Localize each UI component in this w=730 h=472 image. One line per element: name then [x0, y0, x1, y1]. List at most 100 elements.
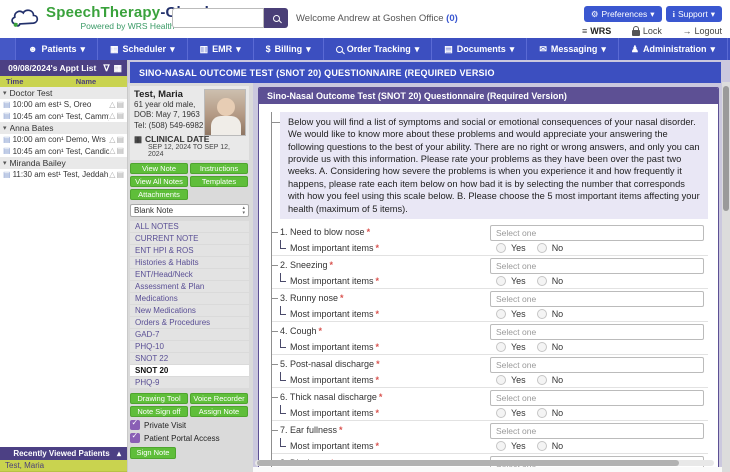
yes-radio[interactable] — [496, 308, 506, 319]
note-section-item[interactable]: ALL NOTES — [130, 221, 249, 233]
note-section-item[interactable]: Assessment & Plan — [130, 281, 249, 293]
note-section-item[interactable]: Orders & Procedures — [130, 317, 249, 329]
required-marker: * — [375, 407, 380, 418]
search-input[interactable] — [172, 8, 264, 28]
wrs-link[interactable]: WRS — [582, 26, 611, 36]
warning-icon[interactable] — [109, 171, 115, 179]
no-radio[interactable] — [536, 275, 547, 286]
appt-row[interactable]: 10:00 am est¹ S, Oreo — [0, 99, 127, 111]
note-section-item[interactable]: PHQ-10 — [130, 341, 249, 353]
logout-link[interactable]: Logout — [682, 26, 722, 36]
most-important-label: Most important items * — [272, 239, 490, 253]
note-action-button[interactable]: Attachments — [130, 189, 188, 201]
appt-sheet-icon — [3, 136, 11, 144]
note-icon[interactable] — [116, 101, 124, 109]
nav-menu-item[interactable]: Patients — [16, 38, 99, 60]
note-section-item[interactable]: ENT HPI & ROS — [130, 245, 249, 257]
nav-menu-item[interactable]: Scheduler — [98, 38, 188, 60]
question-select-input[interactable] — [490, 389, 704, 406]
nav-menu-item[interactable]: Order Tracking — [324, 38, 433, 60]
filter-icon[interactable] — [103, 64, 109, 73]
yes-radio[interactable] — [496, 407, 506, 418]
appt-row[interactable]: 11:30 am est¹ Test, Jeddah — [0, 169, 127, 181]
search-button[interactable] — [264, 8, 288, 28]
note-section-item[interactable]: SNOT 22 — [130, 353, 249, 365]
horizontal-scrollbar[interactable] — [255, 460, 714, 466]
question-select-input[interactable] — [490, 224, 704, 241]
no-radio[interactable] — [536, 374, 547, 385]
welcome-count-link[interactable]: (0) — [446, 13, 458, 24]
no-radio[interactable] — [536, 407, 547, 418]
note-icon[interactable] — [116, 171, 124, 179]
yes-radio[interactable] — [496, 242, 506, 253]
yes-radio[interactable] — [496, 275, 506, 286]
question-select-input[interactable] — [490, 422, 704, 439]
yes-radio[interactable] — [496, 440, 506, 451]
horizontal-scrollbar-thumb[interactable] — [257, 460, 680, 466]
warning-icon[interactable] — [109, 147, 115, 155]
checkbox-checked-icon[interactable] — [130, 432, 140, 444]
no-radio[interactable] — [536, 242, 547, 253]
yes-radio[interactable] — [496, 374, 506, 385]
note-icon[interactable] — [116, 147, 124, 155]
note-icon[interactable] — [116, 136, 124, 144]
note-section-item[interactable]: CURRENT NOTE — [130, 233, 249, 245]
checkbox-checked-icon[interactable] — [130, 419, 140, 431]
lock-link[interactable]: Lock — [631, 26, 662, 36]
nav-menu-label: EMR — [212, 44, 233, 54]
appt-row[interactable]: 10:45 am con¹ Test, Candice — [0, 145, 127, 157]
calendar-icon[interactable] — [113, 64, 122, 73]
note-section-item[interactable]: PHQ-9 — [130, 377, 249, 389]
support-button[interactable]: Support — [665, 6, 722, 22]
question-select-input[interactable] — [490, 356, 704, 373]
note-section-item[interactable]: New Medications — [130, 305, 249, 317]
note-section-item[interactable]: SNOT 20 — [130, 365, 249, 377]
warning-icon[interactable] — [109, 136, 115, 144]
order-tracking-icon — [335, 45, 343, 53]
note-section-item[interactable]: Histories & Habits — [130, 257, 249, 269]
note-action-button[interactable]: View Note — [130, 163, 188, 175]
nav-menu-item[interactable]: Billing — [254, 38, 324, 60]
note-section-item[interactable]: Medications — [130, 293, 249, 305]
nav-menu-item[interactable]: Administration — [619, 38, 729, 60]
note-action-button[interactable]: View All Notes — [130, 176, 188, 188]
note-tool-button[interactable]: Assign Note — [190, 406, 248, 418]
appt-row[interactable]: Miranda Bailey — [0, 157, 127, 169]
sign-note-button[interactable]: Sign Note — [130, 447, 176, 460]
warning-icon[interactable] — [109, 101, 115, 109]
note-tool-button[interactable]: Drawing Tool — [130, 393, 188, 405]
tree-elbow-icon — [280, 272, 286, 282]
question-select-input[interactable] — [490, 290, 704, 307]
no-radio[interactable] — [536, 341, 547, 352]
vertical-scrollbar[interactable] — [722, 82, 730, 472]
nav-menu-item[interactable]: Messaging — [527, 38, 619, 60]
question-select-input[interactable] — [490, 323, 704, 340]
no-radio[interactable] — [536, 440, 547, 451]
note-template-select[interactable]: Blank Note — [130, 204, 249, 218]
recently-viewed-header[interactable]: Recently Viewed Patients — [0, 447, 127, 460]
yes-radio[interactable] — [496, 341, 506, 352]
nav-menu-item[interactable]: Documents — [432, 38, 528, 60]
nav-menu-item[interactable]: EMR — [188, 38, 254, 60]
appt-row[interactable]: Doctor Test — [0, 87, 127, 99]
preferences-button[interactable]: Preferences — [583, 6, 662, 22]
note-tool-button[interactable]: Note Sign off — [130, 406, 188, 418]
note-section-item[interactable]: GAD-7 — [130, 329, 249, 341]
vertical-scrollbar-thumb[interactable] — [723, 86, 729, 211]
note-tool-button[interactable]: Voice Recorder — [190, 393, 248, 405]
no-radio[interactable] — [536, 308, 547, 319]
appt-row[interactable]: 10:00 am con¹ Demo, Wrs — [0, 134, 127, 146]
appt-row[interactable]: Anna Bates — [0, 122, 127, 134]
question-select-input[interactable] — [490, 257, 704, 274]
recently-viewed-patient[interactable]: Test, Maria — [0, 460, 127, 472]
question-label: 5. Post-nasal discharge * — [272, 359, 490, 369]
appt-row[interactable]: 10:45 am con¹ Test, Cammy — [0, 110, 127, 122]
note-icon[interactable] — [116, 112, 124, 120]
note-action-button[interactable]: Instructions — [190, 163, 248, 175]
most-important-label: Most important items * — [272, 272, 490, 286]
warning-icon[interactable] — [109, 112, 115, 120]
note-section-item[interactable]: ENT/Head/Neck — [130, 269, 249, 281]
yes-label: Yes — [511, 407, 526, 418]
questionnaire-intro-text: Below you will find a list of symptoms a… — [272, 112, 708, 219]
note-action-button[interactable]: Templates — [190, 176, 248, 188]
